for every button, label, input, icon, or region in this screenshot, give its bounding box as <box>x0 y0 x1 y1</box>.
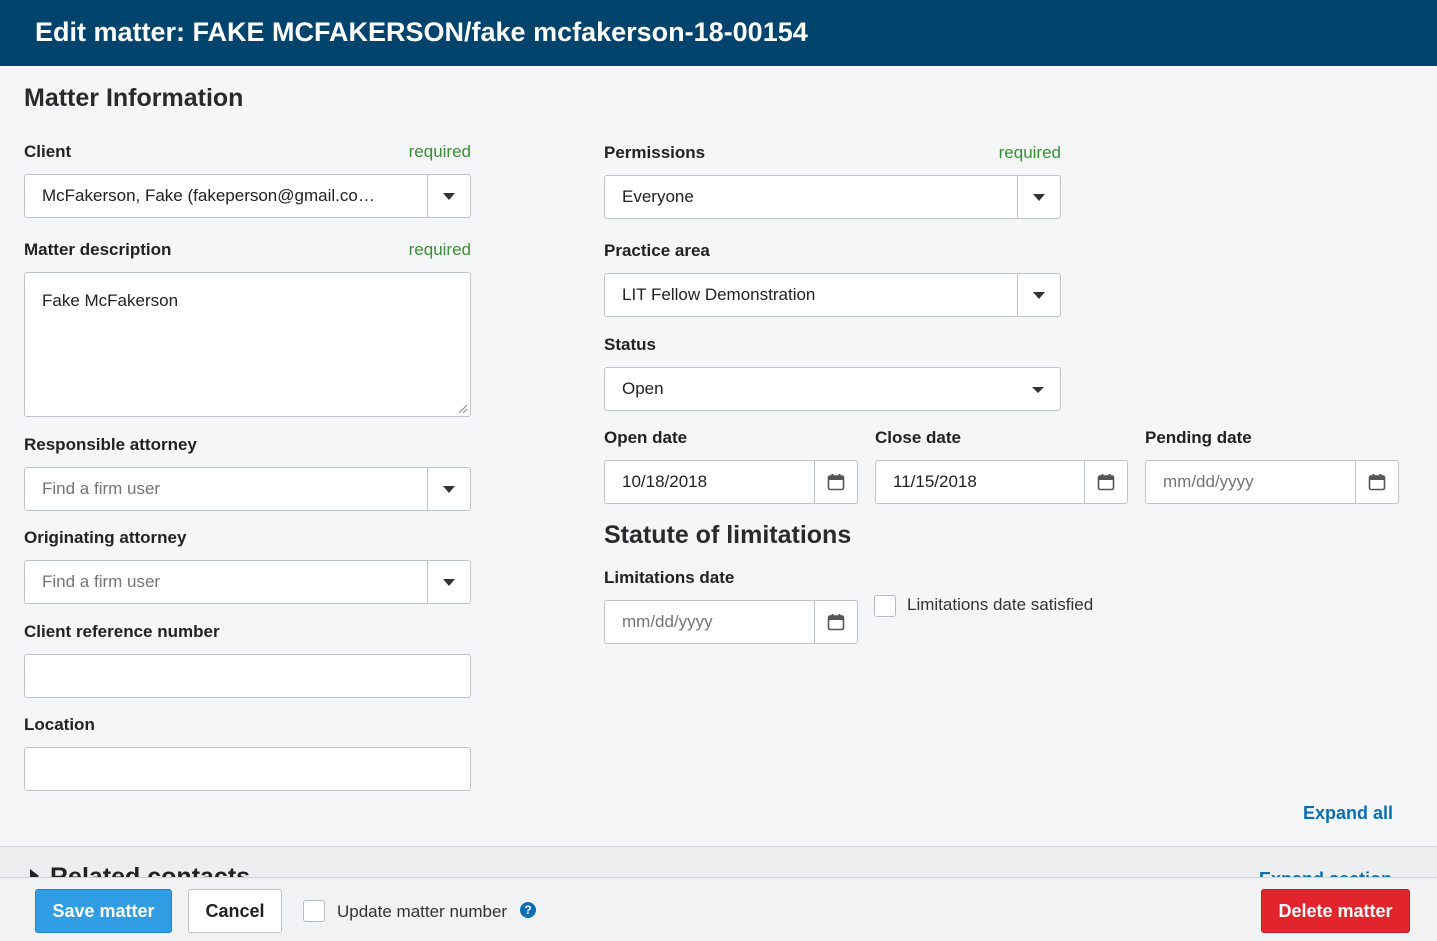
responsible-attorney-select[interactable]: Find a firm user <box>24 467 471 511</box>
limitations-satisfied-label: Limitations date satisfied <box>907 595 1094 614</box>
calendar-icon <box>1097 474 1115 491</box>
matter-description-textarea[interactable]: Fake McFakerson <box>24 272 471 417</box>
practice-area-label: Practice area <box>604 241 710 260</box>
caret-down-icon <box>443 578 455 586</box>
pending-date-input[interactable]: mm/dd/yyyy <box>1145 460 1399 504</box>
open-date-calendar-button[interactable] <box>814 461 857 503</box>
update-matter-number-checkbox[interactable] <box>303 900 325 922</box>
practice-area-dropdown-toggle[interactable] <box>1017 274 1060 316</box>
calendar-icon <box>827 474 845 491</box>
limitations-date-label: Limitations date <box>604 568 735 587</box>
client-dropdown-toggle[interactable] <box>427 175 470 217</box>
responsible-attorney-label: Responsible attorney <box>24 435 197 454</box>
open-date-label: Open date <box>604 428 688 447</box>
action-footer: Save matter Cancel Update matter number … <box>0 877 1437 941</box>
close-date-value: 11/15/2018 <box>893 472 977 491</box>
originating-attorney-dropdown-toggle[interactable] <box>427 561 470 603</box>
practice-area-value: LIT Fellow Demonstration <box>622 285 816 304</box>
caret-down-icon <box>443 485 455 493</box>
close-date-label: Close date <box>875 428 961 447</box>
originating-attorney-placeholder: Find a firm user <box>42 572 161 591</box>
status-value: Open <box>622 379 664 398</box>
client-label: Client <box>24 142 72 161</box>
calendar-icon <box>827 614 845 631</box>
limitations-date-calendar-button[interactable] <box>814 601 857 643</box>
matter-information-heading: Matter Information <box>24 84 244 112</box>
caret-down-icon <box>443 192 455 200</box>
resize-handle-icon[interactable] <box>459 405 467 413</box>
pending-date-label: Pending date <box>1145 428 1252 447</box>
cancel-button[interactable]: Cancel <box>188 889 282 933</box>
close-date-input[interactable]: 11/15/2018 <box>875 460 1128 504</box>
calendar-icon <box>1368 474 1386 491</box>
open-date-input[interactable]: 10/18/2018 <box>604 460 858 504</box>
client-reference-input[interactable] <box>24 654 471 698</box>
client-required: required <box>408 142 471 161</box>
client-reference-label: Client reference number <box>24 622 220 641</box>
open-date-value: 10/18/2018 <box>622 472 708 491</box>
originating-attorney-select[interactable]: Find a firm user <box>24 560 471 604</box>
matter-description-label: Matter description <box>24 240 172 259</box>
caret-down-icon <box>1033 291 1045 299</box>
permissions-select[interactable]: Everyone <box>604 175 1061 219</box>
delete-matter-button[interactable]: Delete matter <box>1261 889 1410 933</box>
limitations-date-placeholder: mm/dd/yyyy <box>622 612 713 631</box>
matter-description-required: required <box>408 240 471 259</box>
permissions-value: Everyone <box>622 187 694 206</box>
location-label: Location <box>24 715 95 734</box>
permissions-dropdown-toggle[interactable] <box>1017 176 1060 218</box>
pending-date-placeholder: mm/dd/yyyy <box>1163 472 1254 491</box>
statute-of-limitations-heading: Statute of limitations <box>604 521 852 549</box>
matter-description-value: Fake McFakerson <box>42 291 179 310</box>
caret-down-icon <box>1033 193 1045 201</box>
responsible-attorney-dropdown-toggle[interactable] <box>427 468 470 510</box>
limitations-satisfied-checkbox[interactable] <box>874 595 896 617</box>
responsible-attorney-placeholder: Find a firm user <box>42 479 161 498</box>
page-title: Edit matter: FAKE MCFAKERSON/fake mcfake… <box>35 17 808 47</box>
practice-area-select[interactable]: LIT Fellow Demonstration <box>604 273 1061 317</box>
limitations-date-input[interactable]: mm/dd/yyyy <box>604 600 858 644</box>
page-header: Edit matter: FAKE MCFAKERSON/fake mcfake… <box>0 0 1437 66</box>
question-circle-icon[interactable]: ? <box>520 902 536 918</box>
location-input[interactable] <box>24 747 471 791</box>
status-select[interactable]: Open <box>604 367 1061 411</box>
caret-down-icon <box>1032 387 1044 393</box>
pending-date-calendar-button[interactable] <box>1355 461 1398 503</box>
permissions-required: required <box>998 143 1061 162</box>
status-label: Status <box>604 335 656 354</box>
expand-all-link[interactable]: Expand all <box>1303 803 1393 824</box>
client-select[interactable]: McFakerson, Fake (fakeperson@gmail.co… <box>24 174 471 218</box>
originating-attorney-label: Originating attorney <box>24 528 187 547</box>
close-date-calendar-button[interactable] <box>1084 461 1127 503</box>
permissions-label: Permissions <box>604 143 706 162</box>
save-matter-button[interactable]: Save matter <box>35 889 172 933</box>
client-value: McFakerson, Fake (fakeperson@gmail.co… <box>42 186 375 205</box>
update-matter-number-label: Update matter number <box>337 902 508 921</box>
